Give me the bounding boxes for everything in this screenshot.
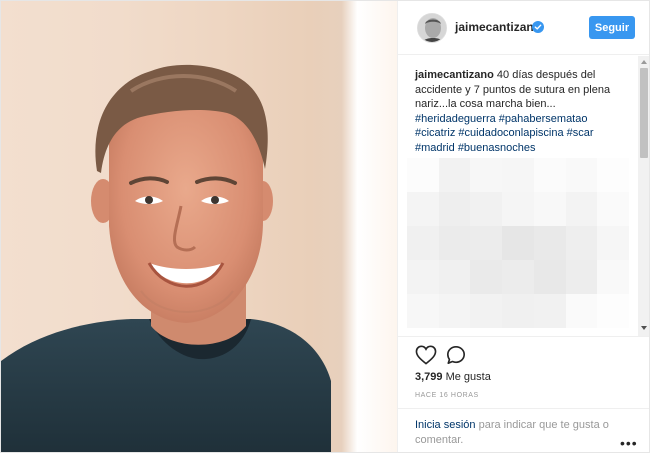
selfie-illustration [1,64,331,452]
post-header: jaimecantizano Seguir [398,1,649,55]
blur-cell [565,192,598,226]
hashtag-link[interactable]: #scar [567,127,594,139]
blur-cell [438,158,471,192]
blur-cell [438,226,471,260]
post-photo[interactable] [1,1,397,452]
comment-bubble-icon[interactable] [446,345,466,365]
blur-cell [597,294,629,328]
likes-label: Me gusta [442,371,491,383]
blur-cell [597,192,629,226]
login-link[interactable]: Inicia sesión [415,419,476,431]
blur-cell [502,260,534,294]
blurred-comments [407,158,629,328]
hashtag-link[interactable]: #pahabersematao [499,113,588,125]
blur-cell [407,192,439,226]
hashtag-link[interactable]: #buenasnoches [458,142,536,154]
blur-cell [407,226,439,260]
more-options-icon[interactable]: ••• [620,435,638,451]
blur-cell [407,158,439,192]
scroll-down-arrow-icon[interactable] [641,326,647,330]
hashtag-link[interactable]: #cicatriz [415,127,455,139]
comments-section[interactable]: jaimecantizano 40 días después del accid… [398,56,649,336]
login-prompt: Inicia sesión para indicar que te gusta … [398,408,649,452]
instagram-post: jaimecantizano Seguir jaimecantizano 40 … [0,0,650,453]
post-actions: 3,799 Me gusta HACE 16 HORAS Inicia sesi… [398,336,649,452]
blur-cell [502,158,534,192]
post-sidebar: jaimecantizano Seguir jaimecantizano 40 … [397,1,649,452]
blur-cell [565,158,598,192]
blur-cell [470,192,503,226]
blur-cell [470,260,503,294]
avatar[interactable] [417,13,447,43]
blur-cell [533,294,566,328]
hashtag-link[interactable]: #heridadeguerra [415,113,496,125]
blur-cell [470,158,503,192]
blur-cell [597,260,629,294]
blur-cell [533,158,566,192]
caption-username[interactable]: jaimecantizano [415,69,494,81]
hashtag-link[interactable]: #cuidadoconlapiscina [458,127,563,139]
blur-cell [565,226,598,260]
login-text: Inicia sesión para indicar que te gusta … [415,418,615,448]
blur-cell [502,294,534,328]
blur-cell [597,158,629,192]
scroll-up-arrow-icon[interactable] [641,60,647,64]
blur-cell [565,260,598,294]
follow-button[interactable]: Seguir [589,16,635,39]
blur-cell [565,294,598,328]
caption: jaimecantizano 40 días después del accid… [415,68,635,155]
scrollbar-thumb[interactable] [640,68,648,158]
hashtag-link[interactable]: #madrid [415,142,455,154]
likes-number: 3,799 [415,371,443,383]
blur-cell [438,260,471,294]
verified-badge-icon [532,21,544,33]
username-link[interactable]: jaimecantizano [455,20,541,34]
blur-cell [533,192,566,226]
blur-cell [597,226,629,260]
avatar-image [418,14,446,42]
blur-cell [502,226,534,260]
blur-cell [533,260,566,294]
blur-cell [438,294,471,328]
blur-cell [533,226,566,260]
blur-cell [502,192,534,226]
blur-cell [407,294,439,328]
post-timestamp[interactable]: HACE 16 HORAS [415,392,479,399]
likes-count[interactable]: 3,799 Me gusta [415,371,491,383]
blur-cell [470,294,503,328]
heart-icon[interactable] [415,345,437,365]
blur-cell [470,226,503,260]
blur-cell [407,260,439,294]
blur-cell [438,192,471,226]
